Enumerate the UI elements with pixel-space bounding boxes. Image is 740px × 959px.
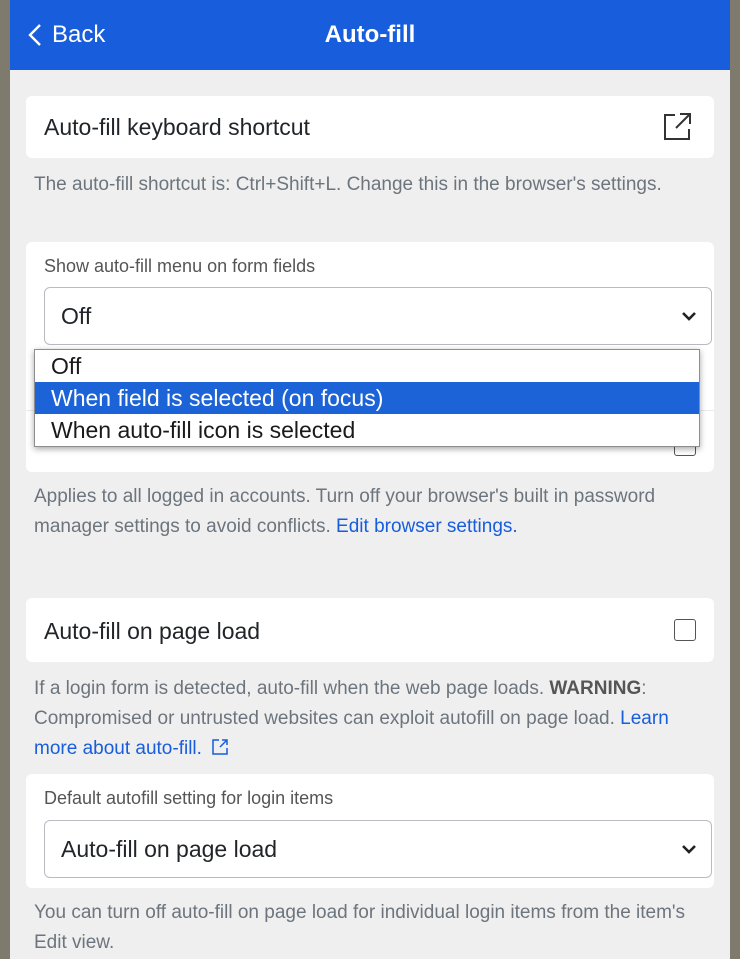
menu-setting-select[interactable]: Off bbox=[44, 287, 712, 345]
page-title: Auto-fill bbox=[324, 21, 416, 48]
page-load-row[interactable]: Auto-fill on page load bbox=[26, 598, 714, 662]
default-login-card: Default autofill setting for login items… bbox=[26, 774, 714, 888]
page-load-help: If a login form is detected, auto-fill w… bbox=[34, 674, 714, 764]
dropdown-option-on-icon[interactable]: When auto-fill icon is selected bbox=[35, 414, 699, 446]
dropdown-option-on-focus[interactable]: When field is selected (on focus) bbox=[35, 382, 699, 414]
chevron-down-icon bbox=[682, 845, 696, 854]
default-login-label: Default autofill setting for login items bbox=[44, 788, 334, 808]
page-load-label: Auto-fill on page load bbox=[44, 618, 261, 644]
edit-browser-settings-link[interactable]: Edit browser settings. bbox=[336, 516, 518, 537]
external-link-icon[interactable] bbox=[660, 110, 694, 144]
default-login-help: You can turn off auto-fill on page load … bbox=[34, 902, 686, 953]
header-bar: Back Auto-fill bbox=[10, 0, 730, 70]
default-manager-help: Applies to all logged in accounts. Turn … bbox=[34, 482, 714, 542]
page-load-checkbox[interactable] bbox=[674, 619, 696, 641]
dropdown-option-off[interactable]: Off bbox=[35, 350, 699, 382]
default-login-select[interactable]: Auto-fill on page load bbox=[44, 820, 712, 878]
shortcut-row[interactable]: Auto-fill keyboard shortcut bbox=[26, 96, 714, 158]
shortcut-label: Auto-fill keyboard shortcut bbox=[44, 114, 310, 140]
default-login-value: Auto-fill on page load bbox=[61, 835, 278, 862]
external-link-icon[interactable] bbox=[211, 738, 229, 756]
menu-setting-value: Off bbox=[61, 302, 92, 329]
shortcut-help: The auto-fill shortcut is: Ctrl+Shift+L.… bbox=[34, 174, 662, 195]
chevron-down-icon bbox=[682, 312, 696, 321]
page-load-help-text: If a login form is detected, auto-fill w… bbox=[34, 678, 550, 699]
warning-label: WARNING bbox=[549, 678, 642, 699]
autofill-settings-page: Back Auto-fill Auto-fill keyboard shortc… bbox=[10, 0, 730, 959]
menu-setting-label: Show auto-fill menu on form fields bbox=[44, 256, 316, 276]
menu-setting-dropdown-list: Off When field is selected (on focus) Wh… bbox=[34, 349, 700, 447]
